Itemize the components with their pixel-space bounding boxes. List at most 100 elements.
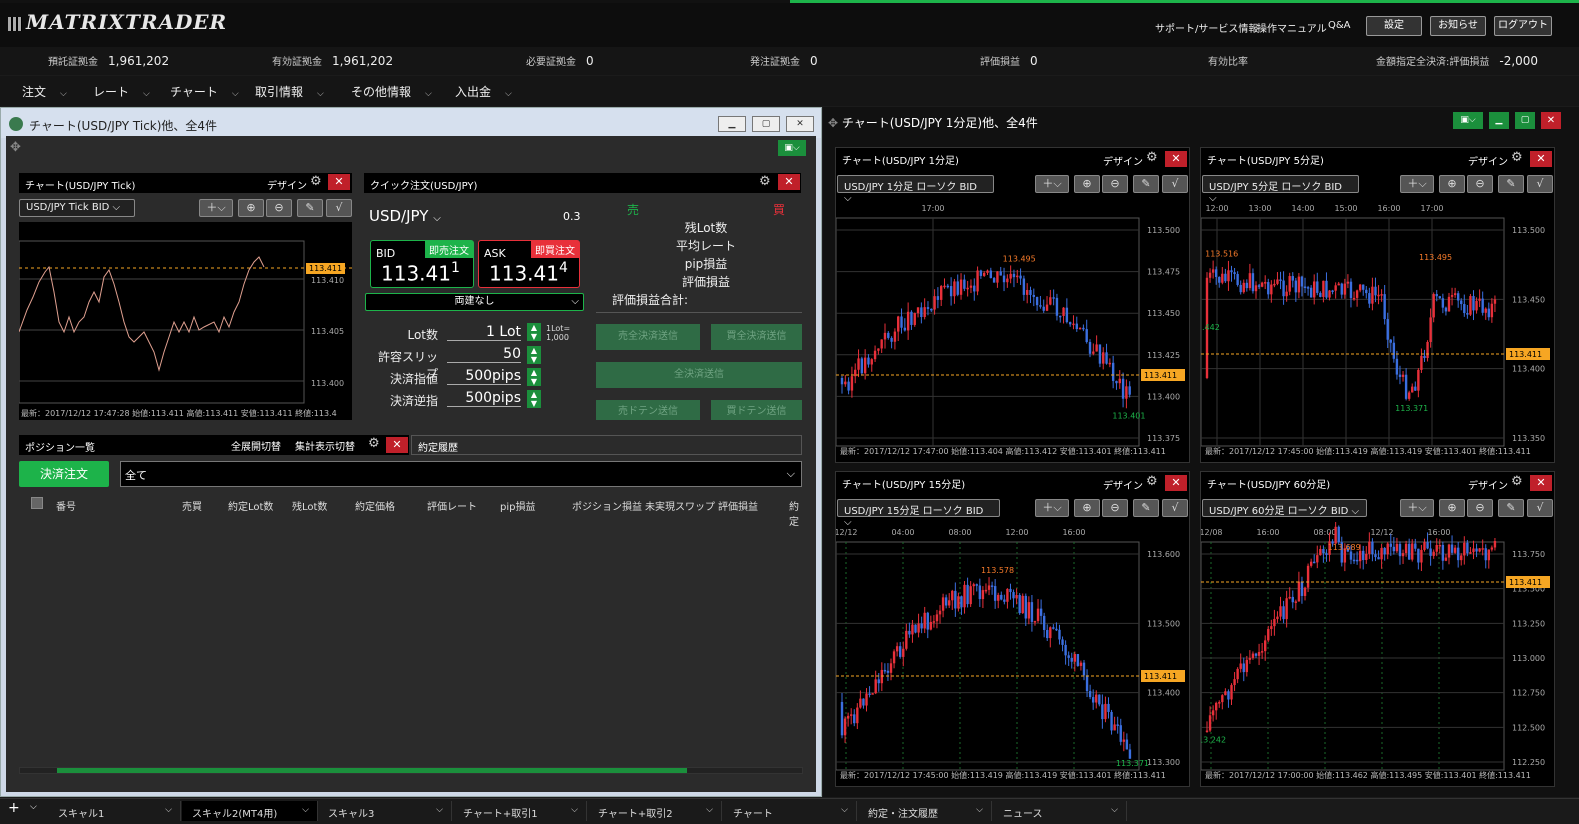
col-eval-rate[interactable]: 評価レート: [427, 498, 477, 513]
crosshair-tool-icon[interactable]: ＋⌵: [1400, 175, 1434, 193]
zoom-out-icon[interactable]: ⊖: [1467, 175, 1493, 193]
gear-icon[interactable]: ⚙: [1511, 474, 1523, 489]
draw-pen-icon[interactable]: ✎: [1133, 499, 1159, 517]
zoom-out-icon[interactable]: ⊖: [1102, 175, 1128, 193]
indicator-icon[interactable]: √: [1162, 175, 1188, 193]
gear-icon[interactable]: ⚙: [1146, 474, 1158, 489]
limit-stepper[interactable]: ▲ ▼: [527, 368, 541, 386]
close-icon[interactable]: ✕: [1530, 151, 1552, 167]
hedge-select[interactable]: 両建なし ⌵: [365, 293, 584, 311]
chart-symbol-select[interactable]: USD/JPY 1分足 ローソク BID ⌵: [837, 175, 994, 204]
crosshair-tool-icon[interactable]: ＋⌵: [1035, 175, 1069, 193]
draw-pen-icon[interactable]: ✎: [1133, 175, 1159, 193]
limit-input[interactable]: 500pips: [447, 368, 521, 385]
manual-link[interactable]: 操作マニュアル: [1257, 20, 1327, 35]
gear-icon[interactable]: ⚙: [1146, 150, 1158, 165]
design-link[interactable]: デザイン: [1468, 477, 1508, 492]
restore-button[interactable]: ▢: [752, 116, 780, 132]
design-link[interactable]: デザイン: [1103, 153, 1143, 168]
col-position-pl[interactable]: ポジション損益: [572, 498, 642, 513]
menu-trade-info[interactable]: 取引情報 ⌵: [255, 83, 324, 100]
right-window-title[interactable]: ✥ チャート(USD/JPY 1分足)他、全4件: [828, 114, 1038, 131]
expand-all-toggle[interactable]: 全展開切替: [231, 438, 281, 453]
candle-chart-svg[interactable]: 12/12 04:00 08:00 12:00 16:00 113.600 113.500 1…: [836, 522, 1191, 772]
zoom-out-icon[interactable]: ⊖: [1467, 499, 1493, 517]
tick-symbol-select[interactable]: USD/JPY Tick BID ⌵: [19, 199, 135, 217]
zoom-in-icon[interactable]: ⊕: [1074, 175, 1100, 193]
buy-close-all-button[interactable]: 買全決済送信: [711, 324, 802, 350]
chart-symbol-select[interactable]: USD/JPY 15分足 ローソク BID ⌵: [837, 499, 1000, 528]
draw-pen-icon[interactable]: ✎: [297, 199, 323, 217]
chart-symbol-select[interactable]: USD/JPY 60分足 ローソク BID ⌵: [1202, 499, 1367, 517]
crosshair-tool-icon[interactable]: ＋⌵: [1400, 499, 1434, 517]
close-all-button[interactable]: 全決済送信: [596, 362, 802, 388]
tab-chart-trade1[interactable]: チャート+取引1 ⌵: [453, 801, 587, 821]
gear-icon[interactable]: ⚙: [759, 174, 771, 189]
stop-stepper[interactable]: ▲ ▼: [527, 390, 541, 408]
menu-rate[interactable]: レート ⌵: [93, 83, 150, 100]
zoom-in-icon[interactable]: ⊕: [1439, 175, 1465, 193]
stop-input[interactable]: 500pips: [447, 390, 521, 407]
buy-doten-button[interactable]: 買ドテン送信: [711, 400, 802, 420]
sell-doten-button[interactable]: 売ドテン送信: [596, 400, 700, 420]
horizontal-scrollbar[interactable]: [19, 767, 803, 774]
logout-button[interactable]: ログアウト: [1494, 16, 1552, 36]
col-eval-pl[interactable]: 評価損益: [718, 498, 758, 513]
close-button[interactable]: ✕: [1541, 112, 1561, 129]
menu-order[interactable]: 注文 ⌵: [22, 83, 67, 100]
col-remain-lot[interactable]: 残Lot数: [292, 498, 327, 513]
candle-chart-svg[interactable]: 12:00 13:00 14:00 15:00 16:00 17:00 113.500 113…: [1201, 198, 1556, 448]
slip-stepper[interactable]: ▲ ▼: [527, 346, 541, 364]
zoom-out-icon[interactable]: ⊖: [266, 199, 292, 217]
candle-chart-svg[interactable]: 17:00 113.500 113.475 113.450 113.425 113.400…: [836, 198, 1191, 448]
close-icon[interactable]: ✕: [328, 174, 350, 190]
indicator-icon[interactable]: √: [1162, 499, 1188, 517]
design-link[interactable]: デザイン: [1103, 477, 1143, 492]
gear-icon[interactable]: ⚙: [1511, 150, 1523, 165]
close-icon[interactable]: ✕: [1165, 151, 1187, 167]
tick-chart-area[interactable]: [18, 222, 352, 420]
zoom-in-icon[interactable]: ⊕: [1074, 499, 1100, 517]
indicator-icon[interactable]: √: [1527, 175, 1553, 193]
move-icon[interactable]: ✥: [828, 116, 842, 130]
col-pip-pl[interactable]: pip損益: [500, 498, 535, 513]
design-link[interactable]: デザイン: [1468, 153, 1508, 168]
gear-icon[interactable]: ⚙: [310, 174, 322, 189]
gear-icon[interactable]: ⚙: [368, 436, 380, 451]
tab-order-history[interactable]: 約定・注文履歴 ⌵: [858, 801, 992, 821]
sell-close-all-button[interactable]: 売全決済送信: [596, 324, 700, 350]
indicator-icon[interactable]: √: [1527, 499, 1553, 517]
col-number[interactable]: 番号: [56, 498, 76, 513]
tab-scalp3[interactable]: スキャル3 ⌵: [318, 801, 452, 821]
zoom-in-icon[interactable]: ⊕: [238, 199, 264, 217]
settings-button[interactable]: 設定: [1366, 16, 1422, 36]
bid-sell-button[interactable]: BID 即売注文 113.411: [370, 240, 474, 288]
candle-chart-svg[interactable]: 12/08 16:00 08:00 12/12 16:00113.750113.5001…: [1201, 522, 1556, 772]
col-side[interactable]: 売買: [182, 498, 202, 513]
tab-execution-history[interactable]: 約定履歴: [411, 435, 802, 455]
move-icon[interactable]: ✥: [10, 140, 21, 155]
lot-input[interactable]: 1 Lot: [447, 324, 521, 341]
crosshair-tool-icon[interactable]: ＋⌵: [199, 199, 233, 217]
indicator-icon[interactable]: √: [326, 199, 352, 217]
quick-symbol-select[interactable]: USD/JPY ⌵: [369, 207, 441, 225]
tick-design-link[interactable]: デザイン: [267, 177, 307, 192]
layout-toggle-button[interactable]: ▣⌵: [1453, 112, 1483, 129]
tab-scalp2[interactable]: スキャル2(MT4用) ⌵: [182, 801, 318, 821]
tab-chart-trade2[interactable]: チャート+取引2 ⌵: [588, 801, 722, 821]
tab-scalp1[interactable]: スキャル1 ⌵: [48, 801, 181, 821]
tab-news[interactable]: ニュース ⌵: [993, 801, 1127, 821]
col-swap[interactable]: 未実現スワップ: [645, 498, 715, 513]
col-exec-price[interactable]: 約定価格: [355, 498, 395, 513]
menu-other-info[interactable]: その他情報 ⌵: [351, 83, 432, 100]
select-all-checkbox[interactable]: [31, 497, 43, 509]
draw-pen-icon[interactable]: ✎: [1498, 175, 1524, 193]
crosshair-tool-icon[interactable]: ＋⌵: [1035, 499, 1069, 517]
close-icon[interactable]: ✕: [778, 174, 800, 190]
lot-stepper[interactable]: ▲ ▼: [527, 323, 541, 341]
settle-order-button[interactable]: 決済注文: [19, 461, 109, 487]
support-link[interactable]: サポート/サービス情報: [1155, 20, 1258, 35]
close-icon[interactable]: ✕: [386, 437, 408, 453]
menu-deposit[interactable]: 入出金 ⌵: [455, 83, 512, 100]
ask-buy-button[interactable]: ASK 即買注文 113.414: [478, 240, 580, 288]
